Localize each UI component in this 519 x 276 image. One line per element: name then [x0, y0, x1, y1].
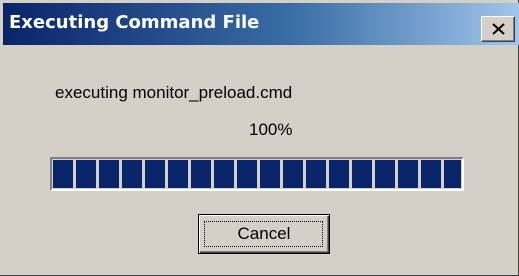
dialog-window: Executing Command File executing monitor…: [0, 0, 519, 276]
close-button[interactable]: [481, 16, 515, 42]
cancel-button[interactable]: Cancel: [198, 214, 330, 254]
progress-percent: 100%: [249, 120, 293, 139]
close-icon: [492, 23, 505, 35]
progress-fill: [53, 160, 461, 188]
cancel-button-label: Cancel: [237, 224, 291, 243]
window-title: Executing Command File: [9, 12, 260, 33]
status-message: executing monitor_preload.cmd: [55, 83, 293, 102]
progress-bar: [50, 157, 464, 191]
title-bar[interactable]: Executing Command File: [3, 3, 519, 45]
